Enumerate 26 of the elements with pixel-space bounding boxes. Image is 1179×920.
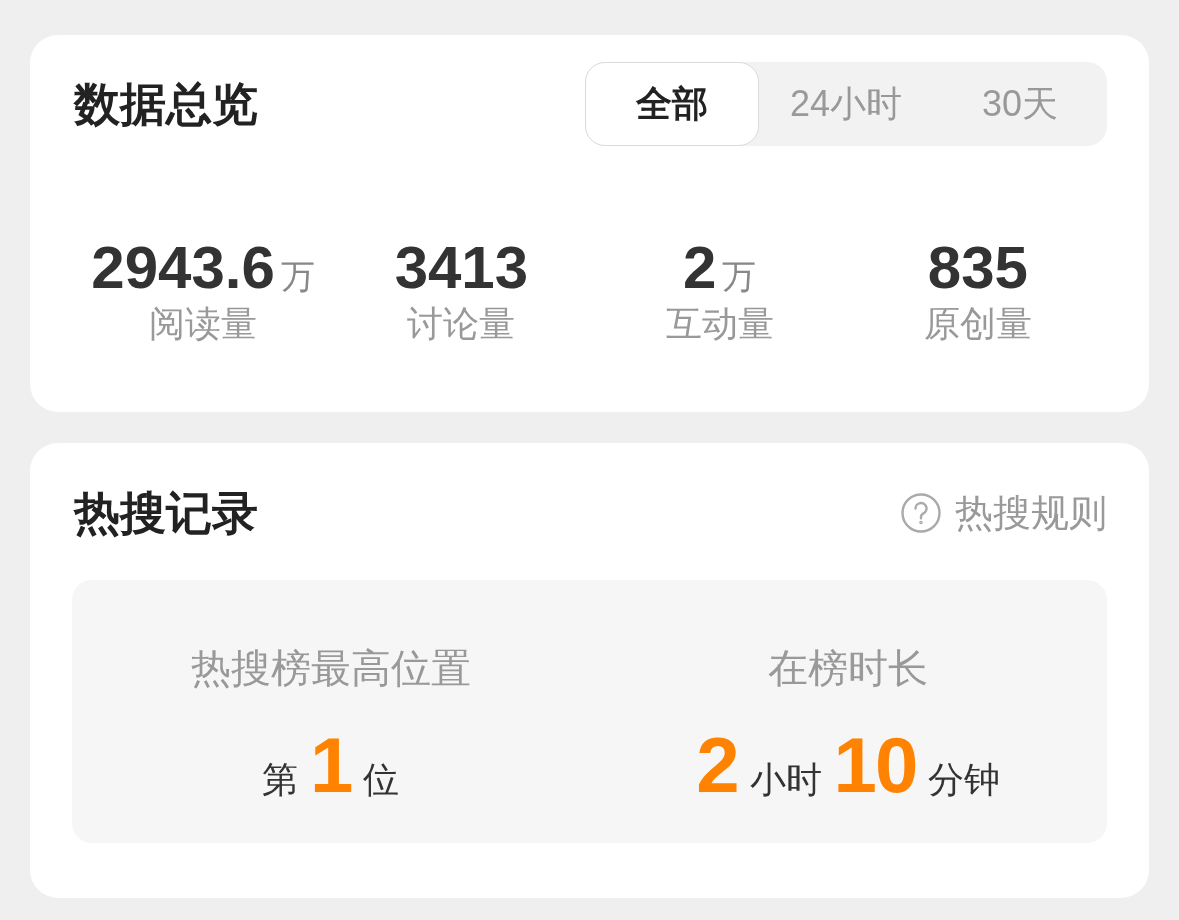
stat-label: 阅读量 [149,304,258,344]
stat-label: 互动量 [665,304,774,344]
value-text: 第 [261,762,300,798]
stat-label: 原创量 [923,304,1032,344]
stat-value: 2943.6 [91,238,275,298]
period-tab[interactable]: 30天 [933,62,1107,146]
rules-link[interactable]: 热搜规则 [901,493,1107,533]
value-text: 位 [362,762,401,798]
help-icon [901,493,941,533]
card-title: 数据总览 [74,77,258,132]
stat-value: 835 [927,238,1028,298]
record-label: 热搜榜最高位置 [190,645,471,692]
value-text: 分钟 [927,762,1002,798]
stat-unit: 万 [722,259,757,293]
card-title: 热搜记录 [74,486,258,541]
stat-value: 2 [682,238,717,298]
record-label: 在榜时长 [768,645,929,692]
highlight-number: 2 [695,726,739,804]
stat-value: 3413 [394,238,529,298]
stat-unit: 万 [280,259,315,293]
highlight-number: 1 [309,726,353,804]
period-tab[interactable]: 全部 [585,62,759,146]
value-text: 小时 [748,762,823,798]
highlight-number: 10 [832,726,918,804]
stat-label: 讨论量 [407,304,516,344]
period-tab[interactable]: 24小时 [759,62,933,146]
